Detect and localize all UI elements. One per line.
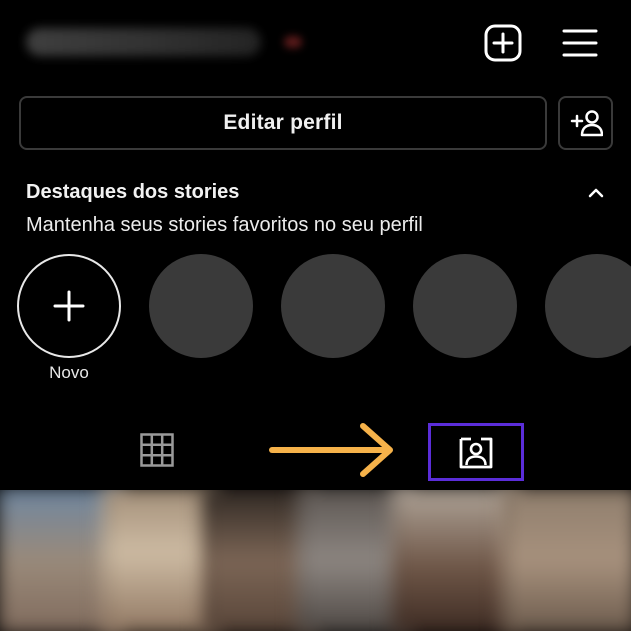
chevron-up-icon[interactable] <box>584 183 608 203</box>
highlights-title: Destaques dos stories <box>26 181 240 203</box>
username-blurred[interactable] <box>26 28 261 56</box>
tagged-photo[interactable] <box>392 490 518 631</box>
profile-actions: Editar perfil <box>19 96 613 152</box>
tagged-photo[interactable] <box>501 490 631 631</box>
top-bar <box>0 0 631 90</box>
highlights-subtitle: Mantenha seus stories favoritos no seu p… <box>26 214 423 236</box>
arrow-annotation <box>269 423 393 477</box>
tab-tagged[interactable] <box>428 423 524 481</box>
highlight-placeholder <box>545 254 631 358</box>
highlight-placeholder <box>149 254 253 358</box>
discover-people-button[interactable] <box>558 96 613 150</box>
plus-square-icon <box>484 24 522 62</box>
new-highlight-button[interactable] <box>17 254 121 358</box>
grid-icon <box>140 433 174 467</box>
tagged-person-icon <box>459 437 493 469</box>
edit-profile-label: Editar perfil <box>223 111 343 134</box>
hamburger-menu-icon <box>562 29 598 57</box>
highlight-placeholder <box>281 254 385 358</box>
tagged-photos-strip <box>0 490 631 631</box>
add-person-icon <box>570 110 603 137</box>
tagged-photo[interactable] <box>102 490 218 631</box>
menu-button[interactable] <box>556 20 604 66</box>
highlight-placeholder <box>413 254 517 358</box>
username-dropdown-indicator[interactable] <box>284 36 302 48</box>
tab-posts-grid[interactable] <box>140 433 174 467</box>
edit-profile-button[interactable]: Editar perfil <box>19 96 547 150</box>
plus-icon <box>53 290 85 322</box>
create-post-button[interactable] <box>480 20 526 66</box>
new-highlight-label: Novo <box>49 363 89 382</box>
